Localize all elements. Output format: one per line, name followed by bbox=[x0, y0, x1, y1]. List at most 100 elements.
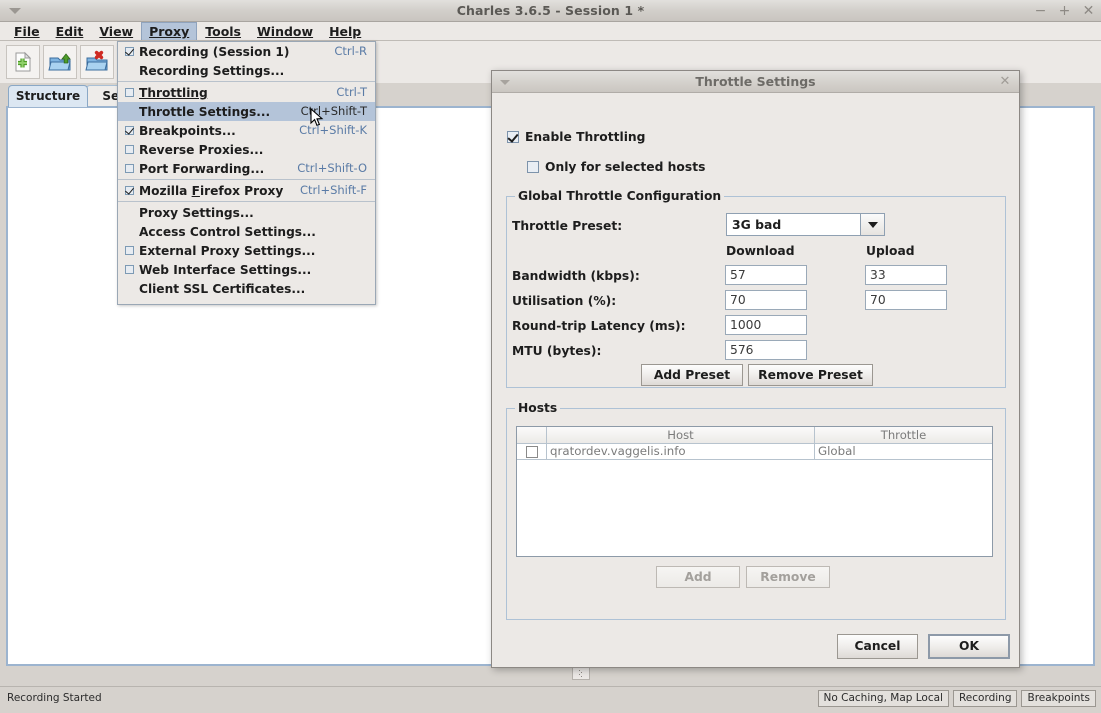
bandwidth-download-input[interactable]: 57 bbox=[725, 265, 807, 285]
mtu-label: MTU (bytes): bbox=[512, 344, 602, 358]
checkbox-placeholder-icon bbox=[125, 208, 134, 217]
checkbox-icon bbox=[125, 246, 134, 255]
tab-structure[interactable]: Structure bbox=[8, 85, 88, 107]
menu-item-recording[interactable]: Recording (Session 1) Ctrl-R bbox=[118, 42, 375, 61]
menu-item-access-control-settings[interactable]: Access Control Settings... bbox=[118, 222, 375, 241]
table-row[interactable]: qratordev.vaggelis.info Global bbox=[517, 444, 992, 460]
hosts-row-select-cell[interactable] bbox=[517, 444, 547, 459]
only-selected-hosts-checkbox[interactable]: Only for selected hosts bbox=[527, 160, 705, 174]
window-titlebar: Charles 3.6.5 - Session 1 * − + ✕ bbox=[0, 0, 1101, 22]
hosts-col-throttle[interactable]: Throttle bbox=[815, 427, 992, 443]
menubar-item-tools[interactable]: Tools bbox=[197, 23, 249, 40]
menu-item-client-ssl-certificates-label: Client SSL Certificates... bbox=[139, 281, 306, 296]
utilisation-download-input[interactable]: 70 bbox=[725, 290, 807, 310]
round-trip-latency-input[interactable]: 1000 bbox=[725, 315, 807, 335]
status-badge-caching[interactable]: No Caching, Map Local bbox=[817, 690, 949, 707]
checkbox-icon bbox=[125, 47, 134, 56]
dialog-body: Enable Throttling Only for selected host… bbox=[492, 93, 1019, 667]
menu-item-throttling[interactable]: Throttling Ctrl-T bbox=[118, 83, 375, 102]
close-session-icon bbox=[85, 50, 108, 71]
menu-item-recording-label: Recording (Session 1) bbox=[139, 44, 290, 59]
menu-item-port-forwarding[interactable]: Port Forwarding... Ctrl+Shift-O bbox=[118, 159, 375, 178]
hosts-group-title: Hosts bbox=[515, 401, 561, 415]
menu-item-breakpoints-label: Breakpoints... bbox=[139, 123, 236, 138]
utilisation-upload-input[interactable]: 70 bbox=[865, 290, 947, 310]
checkbox-icon bbox=[507, 131, 519, 143]
menu-item-port-forwarding-accel: Ctrl+Shift-O bbox=[297, 161, 367, 175]
menu-item-reverse-proxies[interactable]: Reverse Proxies... bbox=[118, 140, 375, 159]
menu-separator-1 bbox=[118, 81, 375, 82]
cancel-button[interactable]: Cancel bbox=[837, 634, 918, 659]
download-column-header: Download bbox=[726, 244, 795, 258]
bandwidth-upload-input[interactable]: 33 bbox=[865, 265, 947, 285]
status-message: Recording Started bbox=[7, 692, 102, 704]
menubar-item-proxy[interactable]: Proxy bbox=[141, 22, 198, 40]
menubar-view-label: View bbox=[99, 23, 134, 39]
throttle-preset-dropdown[interactable]: 3G bad bbox=[726, 213, 885, 236]
hosts-col-host[interactable]: Host bbox=[547, 427, 815, 443]
global-throttle-config-title: Global Throttle Configuration bbox=[515, 189, 725, 203]
menubar-item-help[interactable]: Help bbox=[321, 23, 369, 40]
mtu-input[interactable]: 576 bbox=[725, 340, 807, 360]
proxy-menu-popup: Recording (Session 1) Ctrl-R Recording S… bbox=[117, 41, 376, 305]
add-preset-button[interactable]: Add Preset bbox=[641, 364, 743, 386]
menu-item-recording-accel: Ctrl-R bbox=[334, 44, 367, 58]
hosts-table[interactable]: Host Throttle qratordev.vaggelis.info Gl… bbox=[516, 426, 993, 557]
status-badge-recording[interactable]: Recording bbox=[952, 690, 1018, 707]
hosts-table-header: Host Throttle bbox=[517, 427, 992, 444]
menubar-window-label: Window bbox=[257, 23, 314, 39]
round-trip-latency-label: Round-trip Latency (ms): bbox=[512, 319, 686, 333]
open-session-button[interactable] bbox=[43, 45, 77, 79]
menu-item-web-interface-settings[interactable]: Web Interface Settings... bbox=[118, 260, 375, 279]
close-icon[interactable]: ✕ bbox=[1082, 4, 1095, 18]
checkbox-icon bbox=[527, 161, 539, 173]
hosts-row-throttle-cell[interactable]: Global bbox=[815, 444, 992, 459]
statusbar: Recording Started No Caching, Map Local … bbox=[0, 686, 1101, 713]
ok-button[interactable]: OK bbox=[928, 634, 1010, 659]
remove-host-button[interactable]: Remove bbox=[746, 566, 830, 588]
enable-throttling-checkbox[interactable]: Enable Throttling bbox=[507, 130, 646, 144]
menu-item-breakpoints[interactable]: Breakpoints... Ctrl+Shift-K bbox=[118, 121, 375, 140]
new-session-icon bbox=[15, 51, 32, 72]
open-session-icon bbox=[48, 53, 71, 71]
new-session-button[interactable] bbox=[6, 45, 40, 79]
menu-item-recording-settings-label: Recording Settings... bbox=[139, 63, 285, 78]
menu-item-throttling-accel: Ctrl-T bbox=[336, 85, 367, 99]
menu-item-recording-settings[interactable]: Recording Settings... bbox=[118, 61, 375, 80]
menubar-item-view[interactable]: View bbox=[91, 23, 141, 40]
checkbox-placeholder-icon bbox=[125, 107, 134, 116]
menu-item-access-control-settings-label: Access Control Settings... bbox=[139, 224, 316, 239]
close-session-button[interactable] bbox=[80, 45, 114, 79]
menu-item-throttle-settings[interactable]: Throttle Settings... Ctrl+Shift-T bbox=[118, 102, 375, 127]
status-badges: No Caching, Map Local Recording Breakpoi… bbox=[817, 690, 1096, 707]
dialog-close-icon[interactable]: ✕ bbox=[998, 74, 1012, 90]
status-badge-breakpoints[interactable]: Breakpoints bbox=[1021, 690, 1096, 707]
remove-preset-button[interactable]: Remove Preset bbox=[748, 364, 873, 386]
minimize-icon[interactable]: − bbox=[1034, 4, 1047, 18]
checkbox-icon bbox=[125, 186, 134, 195]
menu-item-client-ssl-certificates[interactable]: Client SSL Certificates... bbox=[118, 279, 375, 298]
menubar-item-window[interactable]: Window bbox=[249, 23, 321, 40]
window-controls: − + ✕ bbox=[1034, 0, 1095, 22]
hosts-col-select[interactable] bbox=[517, 427, 547, 443]
maximize-icon[interactable]: + bbox=[1058, 4, 1071, 18]
menubar-item-edit[interactable]: Edit bbox=[48, 23, 92, 40]
hosts-row-host-cell[interactable]: qratordev.vaggelis.info bbox=[547, 444, 815, 459]
menubar: File Edit View Proxy Tools Window Help bbox=[0, 22, 1101, 41]
menu-separator-2 bbox=[118, 179, 375, 180]
menu-item-mozilla-firefox-proxy-accel: Ctrl+Shift-F bbox=[299, 183, 367, 197]
menu-item-mozilla-firefox-proxy[interactable]: Mozilla Firefox Proxy Ctrl+Shift-F bbox=[118, 181, 375, 200]
menu-item-external-proxy-settings[interactable]: External Proxy Settings... bbox=[118, 241, 375, 260]
menu-item-proxy-settings[interactable]: Proxy Settings... bbox=[118, 203, 375, 222]
checkbox-icon bbox=[125, 145, 134, 154]
menu-item-reverse-proxies-label: Reverse Proxies... bbox=[139, 142, 264, 157]
chevron-down-icon[interactable] bbox=[860, 214, 884, 235]
menubar-item-file[interactable]: File bbox=[6, 23, 48, 40]
throttle-preset-label: Throttle Preset: bbox=[512, 219, 623, 233]
splitpane-divider[interactable] bbox=[572, 666, 590, 680]
add-host-button[interactable]: Add bbox=[656, 566, 740, 588]
menu-item-web-interface-settings-label: Web Interface Settings... bbox=[139, 262, 312, 277]
menubar-tools-label: Tools bbox=[205, 23, 242, 39]
global-throttle-config-group: Global Throttle Configuration Throttle P… bbox=[506, 189, 1006, 388]
checkbox-icon[interactable] bbox=[525, 445, 538, 458]
